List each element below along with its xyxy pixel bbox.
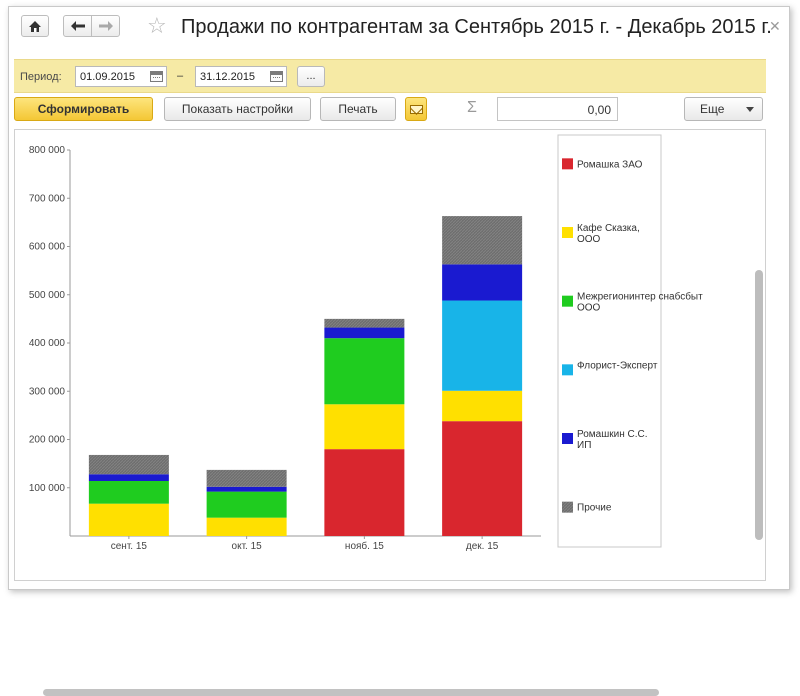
sigma-icon: Σ	[467, 99, 477, 116]
legend-swatch	[562, 364, 573, 376]
period-from-field[interactable]: 01.09.2015	[75, 66, 167, 87]
legend-swatch	[562, 433, 573, 444]
bar-segment	[442, 421, 523, 536]
bar-segment	[206, 491, 287, 518]
legend-label: Межрегионинтер снабсбыт	[577, 291, 703, 303]
arrow-right-icon	[98, 21, 113, 31]
bar-segment	[324, 327, 405, 339]
sum-field[interactable]: 0,00	[497, 97, 618, 121]
bar-segment	[442, 390, 523, 422]
bar-segment	[442, 216, 523, 265]
home-icon	[29, 20, 41, 32]
home-button[interactable]	[21, 15, 49, 37]
y-tick-label: 400 000	[29, 338, 66, 349]
legend-swatch	[562, 501, 573, 513]
legend-label: ИП	[577, 440, 591, 451]
y-tick-label: 700 000	[29, 193, 66, 204]
y-tick-label: 200 000	[29, 435, 66, 446]
period-to-value: 31.12.2015	[200, 71, 256, 83]
bar-segment	[206, 486, 287, 492]
y-tick-label: 500 000	[29, 290, 66, 301]
period-from-value: 01.09.2015	[80, 71, 136, 83]
period-select-button[interactable]: ...	[297, 66, 325, 87]
bar-segment	[324, 338, 405, 405]
legend-box	[557, 134, 662, 548]
legend-label: Прочие	[577, 503, 612, 514]
forward-button[interactable]	[91, 15, 120, 37]
chart-area: 100 000 200 000 300 000 400 000 500 000 600 0…	[14, 129, 766, 696]
period-label: Период:	[20, 71, 62, 83]
y-tick-label: 100 000	[29, 483, 66, 494]
toolbar: Сформировать Показать настройки Печать Σ…	[9, 97, 789, 125]
bar-segment	[442, 300, 523, 391]
legend-swatch	[562, 295, 573, 307]
bar-segment	[206, 517, 287, 536]
x-tick-label: окт. 15	[232, 541, 263, 552]
legend-label: Кафе Сказка,	[577, 222, 640, 234]
bar-segment	[88, 503, 169, 536]
generate-button[interactable]: Сформировать	[14, 97, 153, 121]
arrow-left-icon	[70, 21, 85, 31]
calendar-icon[interactable]	[150, 71, 163, 82]
x-tick-label: сент. 15	[111, 541, 148, 552]
show-settings-button[interactable]: Показать настройки	[164, 97, 311, 121]
close-icon[interactable]: ✕	[769, 18, 781, 35]
more-button[interactable]: Еще	[684, 97, 763, 121]
x-tick-label: нояб. 15	[345, 540, 384, 552]
legend-swatch	[562, 158, 573, 170]
report-window: ☆ Продажи по контрагентам за Сентябрь 20…	[8, 6, 790, 696]
legend-label: Ромашка ЗАО	[577, 159, 643, 170]
x-tick-label: дек. 15	[466, 541, 499, 552]
send-email-button[interactable]	[405, 97, 427, 121]
y-tick-label: 300 000	[29, 386, 66, 397]
legend-label: ООО	[577, 303, 601, 314]
horizontal-scrollbar[interactable]	[43, 689, 659, 696]
legend-label: ООО	[577, 234, 601, 245]
y-tick-label: 800 000	[29, 145, 66, 156]
bar-segment	[88, 480, 169, 504]
bar-segment	[88, 454, 169, 475]
bar-segment	[442, 264, 523, 301]
sales-chart: 100 000 200 000 300 000 400 000 500 000 600 0…	[29, 134, 703, 552]
legend-label: Ромашкин С.С.	[577, 429, 648, 440]
envelope-icon	[409, 104, 423, 114]
period-separator: –	[177, 70, 184, 82]
legend-swatch	[562, 227, 573, 238]
more-label: Еще	[700, 102, 725, 116]
title-bar: ☆ Продажи по контрагентам за Сентябрь 20…	[9, 7, 789, 53]
bar-segment	[88, 474, 169, 481]
legend-label: Флорист-Эксперт	[577, 360, 658, 371]
period-to-field[interactable]: 31.12.2015	[195, 66, 287, 87]
star-icon[interactable]: ☆	[147, 13, 167, 39]
page-title: Продажи по контрагентам за Сентябрь 2015…	[181, 16, 772, 38]
y-tick-label: 600 000	[29, 242, 66, 253]
period-panel: Период: 01.09.2015 – 31.12.2015 ...	[14, 59, 766, 93]
bar-segment	[324, 449, 405, 536]
vertical-scrollbar[interactable]	[755, 270, 763, 540]
bar-segment	[206, 469, 287, 487]
bar-segment	[324, 404, 405, 450]
bar-segment	[324, 318, 405, 328]
print-button[interactable]: Печать	[320, 97, 396, 121]
calendar-icon[interactable]	[270, 71, 283, 82]
back-button[interactable]	[63, 15, 92, 37]
chevron-down-icon	[746, 107, 754, 112]
